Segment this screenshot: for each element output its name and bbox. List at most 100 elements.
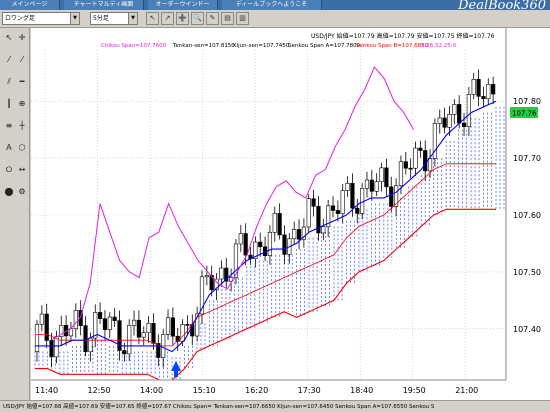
candle-body [340, 190, 345, 214]
chevron-down-icon: ▼ [70, 13, 79, 24]
candle-body [34, 323, 40, 352]
candle-body [185, 324, 190, 326]
candle-body [461, 122, 467, 127]
drawing-tool-11-icon[interactable]: ⬡ [16, 142, 28, 154]
tenkan-sen-line [35, 100, 497, 353]
candle-body [151, 322, 156, 344]
candle-body [180, 324, 185, 342]
candle-body [379, 167, 384, 183]
candle-body [442, 117, 447, 128]
drawing-tool-0-icon[interactable]: ↖ [3, 32, 15, 44]
chart-header-tenkan: Tenkan-sen=107.8150 [172, 43, 235, 49]
y-tick-label: 107.60 [513, 211, 541, 220]
tab-order-window[interactable]: オーダーウインドー [148, 0, 218, 10]
x-tick-label: 18:40 [350, 386, 373, 395]
candle-body [408, 167, 413, 170]
candle-body [389, 186, 394, 207]
candle-body [486, 84, 491, 100]
candle-body [272, 213, 277, 233]
period-select-value: 5分足 [93, 15, 109, 22]
candle-body [165, 317, 171, 335]
candle-body [364, 179, 370, 189]
candle-body [452, 104, 457, 115]
candle-body [321, 226, 326, 234]
candles [34, 69, 496, 368]
x-tick-label: 21:00 [455, 386, 478, 395]
candle-body [107, 316, 112, 330]
x-tick-label: 15:10 [193, 386, 216, 395]
y-tick-label: 107.70 [513, 154, 541, 163]
candle-body [39, 313, 44, 325]
indicator-lines [35, 66, 497, 381]
candle-body [398, 161, 404, 187]
drawing-tool-15-icon[interactable]: ⚙ [16, 186, 28, 198]
candle-body [360, 187, 365, 214]
candle-body [238, 233, 243, 245]
y-tick-label: 107.40 [513, 325, 541, 334]
candle-body [54, 336, 59, 358]
tab-main-page[interactable]: メインページ [0, 0, 60, 10]
symbol-select[interactable]: ロワング足 ▼ [2, 12, 80, 25]
drawing-tool-5-icon[interactable]: ━ [16, 76, 28, 88]
candle-body [127, 325, 132, 355]
cursor-button[interactable]: ↖ [146, 12, 159, 25]
drawing-tool-14-icon[interactable]: ⬤ [3, 186, 15, 198]
dealbook-window: メインページ チャートマルティ画面 オーダーウインドー ディールブックへようこそ… [0, 0, 550, 412]
drawing-tool-6-icon[interactable]: ┃ [3, 98, 15, 110]
drawing-tool-4-icon[interactable]: ⫽ [3, 76, 15, 88]
candle-body [481, 96, 486, 100]
candle-body [131, 319, 137, 326]
tab-chart-multi[interactable]: チャートマルティ画面 [64, 0, 144, 10]
y-tick-label: 107.80 [513, 97, 541, 106]
zoom-button[interactable]: 🔍 [191, 12, 204, 25]
candle-body [384, 167, 389, 188]
tab-dealbook-welcome[interactable]: ディールブックへようこそ [222, 0, 322, 10]
candle-body [282, 234, 287, 255]
up-arrow-icon [171, 361, 181, 377]
price-chart[interactable]: USD/JPY 始値=107.79 高値=107.79 安値=107.75 終値… [31, 28, 550, 400]
candle-body [413, 147, 418, 169]
drawing-tool-1-icon[interactable]: ✛ [16, 32, 28, 44]
candle-body [136, 319, 142, 338]
drawing-tool-7-icon[interactable]: ⊕ [16, 98, 28, 110]
indicator-button[interactable]: ▤ [221, 12, 234, 25]
drawing-tool-3-icon[interactable]: ⁄ [16, 54, 28, 66]
candle-body [350, 183, 355, 209]
drawing-tool-9-icon[interactable]: ┼ [16, 120, 28, 132]
chart-header-senkou-a: Senkou Span A=107.7800 [288, 43, 361, 49]
buy-arrow-marker [171, 361, 181, 377]
toolbar: ロワング足 ▼ 5分足 ▼ ↖ ↗ ➕ 🔍 ✎ ▤ ▥ [0, 10, 550, 28]
candle-body [491, 84, 496, 95]
candle-body [258, 241, 263, 248]
crosshair-button[interactable]: ➕ [176, 12, 189, 25]
candle-body [476, 79, 481, 97]
x-tick-label: 17:30 [298, 386, 321, 395]
layout-button[interactable]: ▥ [236, 12, 249, 25]
x-tick-label: 19:50 [403, 386, 426, 395]
status-bar: USD/JPY 始値=107.68 高値=107.69 安値=107.65 終値… [0, 400, 550, 412]
chart-canvas: USD/JPY 始値=107.79 高値=107.79 安値=107.75 終値… [31, 28, 541, 395]
candle-body [418, 147, 423, 151]
drawing-tool-2-icon[interactable]: ⁄ [3, 54, 15, 66]
candle-body [335, 210, 340, 214]
drawing-tool-10-icon[interactable]: Ａ [3, 142, 15, 154]
candle-body [204, 275, 209, 278]
drawing-tool-12-icon[interactable]: ⭘ [3, 164, 15, 176]
draw-button[interactable]: ✎ [206, 12, 219, 25]
senkou-span-b-line [35, 208, 496, 381]
candle-body [427, 158, 433, 172]
drawing-tool-13-icon[interactable]: ↔ [16, 164, 28, 176]
period-select[interactable]: 5分足 ▼ [90, 12, 138, 25]
candle-body [345, 183, 350, 191]
symbol-select-value: ロワング足 [5, 15, 36, 22]
candle-body [466, 93, 471, 127]
y-tick-label: 107.50 [513, 268, 541, 277]
trendline-button[interactable]: ↗ [161, 12, 174, 25]
candle-body [102, 318, 108, 330]
drawing-tool-8-icon[interactable]: ≡ [3, 120, 15, 132]
candle-body [243, 233, 248, 256]
candle-body [423, 150, 428, 172]
chart-header-date: 9.26,52,25:0 [421, 43, 457, 49]
candle-body [296, 229, 302, 240]
candle-body [306, 198, 311, 228]
